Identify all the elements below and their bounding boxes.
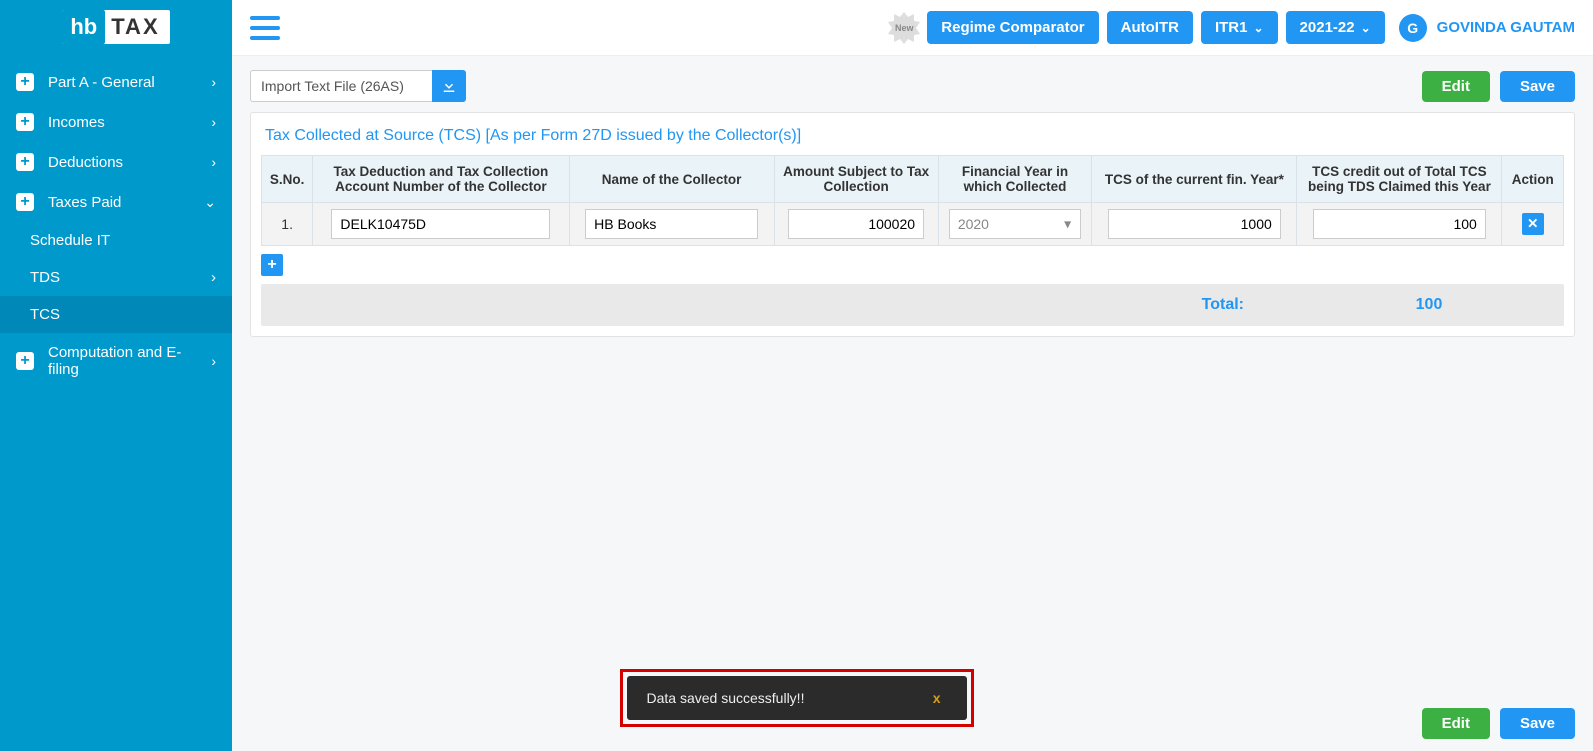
sidebar-item-label: Incomes: [48, 114, 211, 131]
sidebar-item-deductions[interactable]: + Deductions ›: [0, 142, 232, 182]
button-label: 2021-22: [1300, 19, 1355, 36]
save-button-footer[interactable]: Save: [1500, 708, 1575, 739]
logo-tax: TAX: [105, 10, 169, 44]
new-badge: New: [887, 11, 921, 45]
topbar: New Regime Comparator AutoITR ITR1 ⌄ 202…: [232, 0, 1593, 56]
sidebar-item-label: Taxes Paid: [48, 194, 204, 211]
col-credit: TCS credit out of Total TCS being TDS Cl…: [1297, 156, 1502, 203]
col-tan: Tax Deduction and Tax Collection Account…: [313, 156, 569, 203]
sidebar-item-part-a-general[interactable]: + Part A - General ›: [0, 62, 232, 102]
import-select[interactable]: Import Text File (26AS): [250, 70, 432, 102]
sidebar-item-taxes-paid[interactable]: + Taxes Paid ⌄: [0, 182, 232, 222]
sidebar: hb TAX + Part A - General › + Incomes › …: [0, 0, 232, 751]
itr-type-dropdown[interactable]: ITR1 ⌄: [1201, 11, 1278, 44]
col-tcscurr: TCS of the current fin. Year*: [1092, 156, 1297, 203]
delete-row-button[interactable]: ✕: [1522, 213, 1544, 235]
col-sno: S.No.: [262, 156, 313, 203]
col-amount: Amount Subject to Tax Collection: [774, 156, 938, 203]
chevron-down-icon: ⌄: [1361, 21, 1371, 35]
chevron-right-icon: ›: [211, 114, 216, 130]
sidebar-sub-label: TDS: [30, 269, 60, 286]
total-label: Total:: [1202, 296, 1244, 314]
toast-message: Data saved successfully!!: [647, 690, 927, 706]
amount-input[interactable]: [788, 209, 924, 239]
col-fy: Financial Year in which Collected: [938, 156, 1092, 203]
chevron-right-icon: ›: [211, 74, 216, 90]
toast-highlight: Data saved successfully!! x: [620, 669, 974, 727]
total-value: 100: [1364, 296, 1494, 314]
new-badge-text: New: [895, 23, 914, 33]
tcs-panel: Tax Collected at Source (TCS) [As per Fo…: [250, 112, 1575, 337]
hamburger-icon[interactable]: [250, 16, 280, 40]
plus-icon: +: [16, 193, 34, 211]
sidebar-sub-schedule-it[interactable]: Schedule IT: [0, 222, 232, 259]
total-row: Total: 100: [261, 284, 1564, 326]
fy-select[interactable]: 2020: [949, 209, 1081, 239]
sidebar-sub-label: Schedule IT: [30, 232, 110, 249]
action-toolbar: Import Text File (26AS) Edit Save: [232, 56, 1593, 112]
sidebar-item-incomes[interactable]: + Incomes ›: [0, 102, 232, 142]
toast-close-button[interactable]: x: [927, 690, 947, 706]
main: New Regime Comparator AutoITR ITR1 ⌄ 202…: [232, 0, 1593, 751]
add-row-button[interactable]: +: [261, 254, 283, 276]
cell-sno: 1.: [262, 203, 313, 246]
collector-name-input[interactable]: [585, 209, 758, 239]
logo: hb TAX: [0, 0, 232, 62]
save-button[interactable]: Save: [1500, 71, 1575, 102]
toast: Data saved successfully!! x: [627, 676, 967, 720]
footer-buttons: Edit Save: [1422, 708, 1575, 739]
plus-icon: +: [16, 73, 34, 91]
download-icon: [440, 77, 458, 95]
sidebar-sub-tcs[interactable]: TCS: [0, 296, 232, 333]
username[interactable]: GOVINDA GAUTAM: [1437, 19, 1575, 36]
sidebar-item-label: Part A - General: [48, 74, 211, 91]
chevron-right-icon: ›: [211, 269, 216, 286]
plus-icon: +: [16, 352, 34, 370]
year-dropdown[interactable]: 2021-22 ⌄: [1286, 11, 1385, 44]
avatar-letter: G: [1407, 20, 1418, 36]
chevron-down-icon: ⌄: [204, 194, 216, 211]
chevron-right-icon: ›: [211, 154, 216, 170]
table-row: 1. 2020 ✕: [262, 203, 1564, 246]
regime-comparator-button[interactable]: Regime Comparator: [927, 11, 1098, 44]
sidebar-sub-tds[interactable]: TDS ›: [0, 259, 232, 296]
col-name: Name of the Collector: [569, 156, 774, 203]
tcs-credit-input[interactable]: [1313, 209, 1486, 239]
sidebar-item-label: Computation and E-filing: [48, 344, 211, 378]
col-action: Action: [1502, 156, 1564, 203]
sidebar-sub-label: TCS: [30, 306, 60, 323]
chevron-down-icon: ⌄: [1253, 21, 1263, 35]
avatar[interactable]: G: [1399, 14, 1427, 42]
tcs-table: S.No. Tax Deduction and Tax Collection A…: [261, 155, 1564, 246]
button-label: Regime Comparator: [941, 19, 1084, 36]
panel-title: Tax Collected at Source (TCS) [As per Fo…: [261, 127, 1564, 145]
button-label: ITR1: [1215, 19, 1248, 36]
plus-icon: +: [16, 113, 34, 131]
plus-icon: +: [16, 153, 34, 171]
sidebar-item-computation-efiling[interactable]: + Computation and E-filing ›: [0, 333, 232, 389]
auto-itr-button[interactable]: AutoITR: [1107, 11, 1193, 44]
import-control: Import Text File (26AS): [250, 70, 466, 102]
logo-hb: hb: [62, 10, 105, 44]
tcs-current-input[interactable]: [1108, 209, 1281, 239]
edit-button[interactable]: Edit: [1422, 71, 1490, 102]
button-label: AutoITR: [1121, 19, 1179, 36]
sidebar-item-label: Deductions: [48, 154, 211, 171]
import-download-button[interactable]: [432, 70, 466, 102]
edit-button-footer[interactable]: Edit: [1422, 708, 1490, 739]
tan-input[interactable]: [331, 209, 550, 239]
chevron-right-icon: ›: [211, 353, 216, 369]
